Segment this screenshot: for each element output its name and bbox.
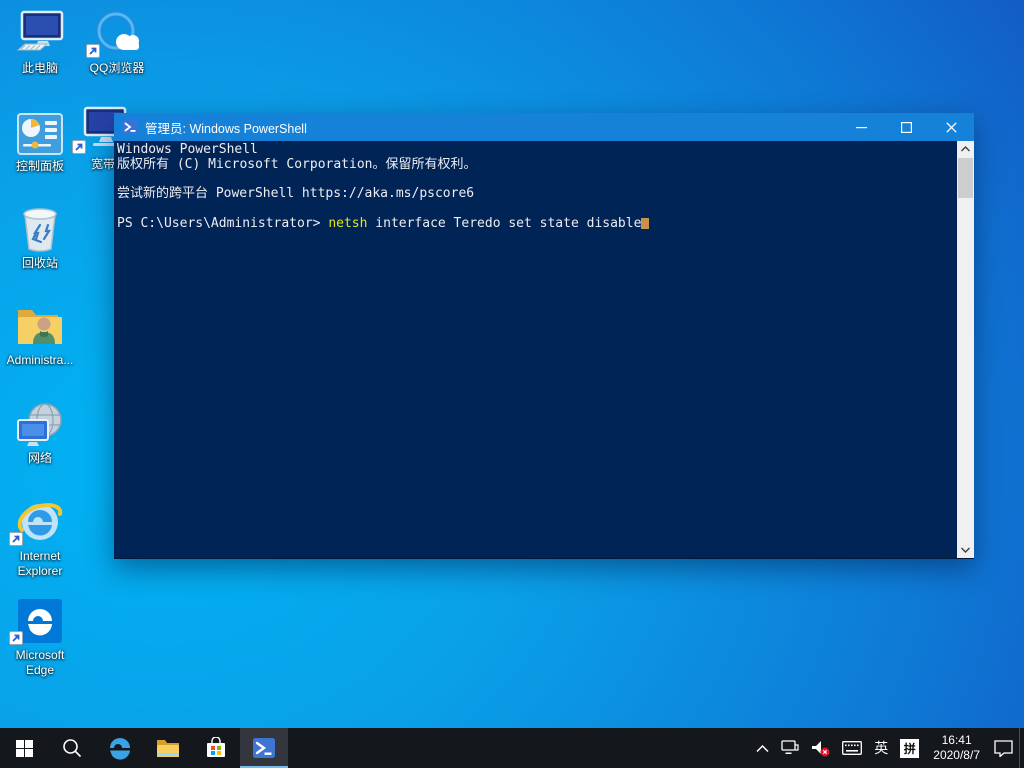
ime-mode-label: 拼 bbox=[900, 739, 919, 758]
close-icon bbox=[946, 122, 957, 133]
maximize-button[interactable] bbox=[884, 113, 929, 141]
taskbar-clock[interactable]: 16:41 2020/8/7 bbox=[925, 733, 988, 763]
command-args: interface Teredo set state disable bbox=[367, 216, 641, 231]
console-line bbox=[117, 201, 954, 216]
volume-tray-button[interactable] bbox=[805, 728, 836, 768]
desktop-icon-admin-folder[interactable]: Administra... bbox=[1, 300, 79, 368]
console-line: Windows PowerShell bbox=[117, 143, 954, 158]
desktop-icon-label: 网络 bbox=[1, 451, 79, 466]
powershell-icon bbox=[122, 119, 138, 135]
desktop-icon-label: 回收站 bbox=[1, 256, 79, 271]
shortcut-arrow-icon bbox=[9, 532, 23, 546]
taskbar: 英 拼 16:41 2020/8/7 bbox=[0, 728, 1024, 768]
desktop-icon-network[interactable]: 网络 bbox=[1, 398, 79, 466]
console-line: 尝试新的跨平台 PowerShell https://aka.ms/pscore… bbox=[117, 187, 954, 202]
console-scrollbar[interactable] bbox=[957, 141, 974, 558]
clock-time: 16:41 bbox=[933, 733, 980, 748]
desktop-icon-label: Internet Explorer bbox=[1, 549, 79, 579]
microsoft-edge-icon bbox=[1, 595, 79, 645]
powershell-window: 管理员: Windows PowerShell Windows PowerShe… bbox=[114, 113, 974, 559]
minimize-icon bbox=[856, 122, 867, 133]
window-titlebar[interactable]: 管理员: Windows PowerShell bbox=[114, 113, 974, 141]
system-tray: 英 拼 16:41 2020/8/7 bbox=[750, 728, 1024, 768]
user-folder-icon bbox=[1, 300, 79, 350]
ime-mode-button[interactable]: 拼 bbox=[894, 728, 925, 768]
scroll-up-button[interactable] bbox=[957, 141, 974, 157]
command-text: netsh bbox=[328, 216, 367, 231]
ethernet-network-icon bbox=[781, 740, 799, 756]
desktop-icon-microsoft-edge[interactable]: Microsoft Edge bbox=[1, 595, 79, 678]
prompt-prefix: PS C:\Users\Administrator> bbox=[117, 216, 328, 231]
minimize-button[interactable] bbox=[839, 113, 884, 141]
this-pc-icon bbox=[1, 8, 79, 58]
scroll-up-icon bbox=[961, 146, 970, 152]
desktop-icon-qq-browser[interactable]: QQ浏览器 bbox=[78, 8, 156, 76]
start-button[interactable] bbox=[0, 728, 48, 768]
windows-logo-icon bbox=[16, 740, 33, 757]
desktop-icon-internet-explorer[interactable]: Internet Explorer bbox=[1, 496, 79, 579]
desktop-icon-label: QQ浏览器 bbox=[78, 61, 156, 76]
taskbar-file-explorer-button[interactable] bbox=[144, 728, 192, 768]
taskbar-edge-button[interactable] bbox=[96, 728, 144, 768]
action-center-button[interactable] bbox=[988, 728, 1019, 768]
desktop-icon-this-pc[interactable]: 此电脑 bbox=[1, 8, 79, 76]
maximize-icon bbox=[901, 122, 912, 133]
language-indicator[interactable]: 英 bbox=[868, 728, 894, 768]
desktop-icon-label: 此电脑 bbox=[1, 61, 79, 76]
powershell-icon bbox=[252, 736, 276, 760]
clock-date: 2020/8/7 bbox=[933, 748, 980, 763]
close-button[interactable] bbox=[929, 113, 974, 141]
console-prompt-line: PS C:\Users\Administrator> netsh interfa… bbox=[117, 216, 954, 232]
chevron-up-icon bbox=[756, 744, 769, 753]
file-explorer-icon bbox=[156, 737, 180, 759]
window-title: 管理员: Windows PowerShell bbox=[145, 118, 839, 137]
desktop-icon-label: Microsoft Edge bbox=[1, 648, 79, 678]
scroll-down-button[interactable] bbox=[957, 542, 974, 558]
scroll-down-icon bbox=[961, 547, 970, 553]
taskbar-powershell-button[interactable] bbox=[240, 728, 288, 768]
desktop-icon-label: Administra... bbox=[1, 353, 79, 368]
network-tray-button[interactable] bbox=[775, 728, 805, 768]
qq-browser-icon bbox=[78, 8, 156, 58]
search-icon bbox=[62, 738, 82, 758]
taskbar-store-button[interactable] bbox=[192, 728, 240, 768]
keyboard-icon bbox=[842, 741, 862, 755]
search-button[interactable] bbox=[48, 728, 96, 768]
desktop-icon-recycle-bin[interactable]: 回收站 bbox=[1, 203, 79, 271]
network-icon bbox=[1, 398, 79, 448]
internet-explorer-icon bbox=[1, 496, 79, 546]
show-hidden-icons-button[interactable] bbox=[750, 728, 775, 768]
console-line: 版权所有 (C) Microsoft Corporation。保留所有权利。 bbox=[117, 158, 954, 173]
scrollbar-thumb[interactable] bbox=[958, 158, 973, 198]
text-cursor bbox=[641, 218, 649, 229]
shortcut-arrow-icon bbox=[86, 44, 100, 58]
shortcut-arrow-icon bbox=[72, 140, 86, 154]
console-line bbox=[117, 172, 954, 187]
show-desktop-button[interactable] bbox=[1019, 728, 1024, 768]
recycle-bin-icon bbox=[1, 203, 79, 253]
volume-muted-icon bbox=[811, 740, 830, 757]
edge-icon bbox=[108, 736, 132, 760]
store-icon bbox=[205, 737, 227, 759]
shortcut-arrow-icon bbox=[9, 631, 23, 645]
action-center-icon bbox=[994, 740, 1013, 757]
console-output[interactable]: Windows PowerShell 版权所有 (C) Microsoft Co… bbox=[114, 141, 974, 559]
touch-keyboard-button[interactable] bbox=[836, 728, 868, 768]
